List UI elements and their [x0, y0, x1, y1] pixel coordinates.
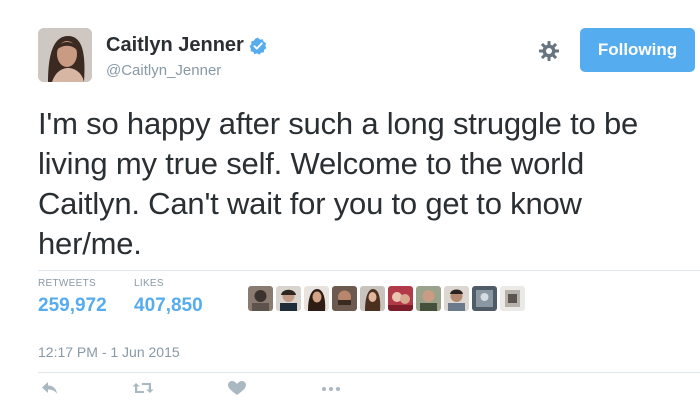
- retweets-count[interactable]: 259,972: [38, 295, 107, 317]
- retweets-label: RETWEETS: [38, 278, 96, 289]
- display-name-row[interactable]: Caitlyn Jenner: [106, 34, 267, 57]
- avatar[interactable]: [38, 28, 92, 82]
- verified-badge-icon: [249, 37, 267, 55]
- liker-avatar[interactable]: [360, 286, 385, 311]
- liker-avatar[interactable]: [500, 286, 525, 311]
- gear-icon[interactable]: [538, 40, 560, 62]
- likes-label: LIKES: [134, 278, 164, 289]
- tweet-timestamp[interactable]: 12:17 PM - 1 Jun 2015: [38, 344, 180, 360]
- display-name[interactable]: Caitlyn Jenner: [106, 34, 244, 57]
- more-icon[interactable]: [320, 380, 342, 396]
- likes-count[interactable]: 407,850: [134, 295, 203, 317]
- tweet-card: Caitlyn Jenner @Caitlyn_Jenner Following…: [0, 0, 700, 400]
- following-button[interactable]: Following: [580, 28, 695, 72]
- liker-avatar[interactable]: [304, 286, 329, 311]
- reply-icon[interactable]: [40, 380, 62, 396]
- liker-avatar[interactable]: [332, 286, 357, 311]
- tweet-text: I'm so happy after such a long struggle …: [38, 106, 639, 261]
- liker-avatar[interactable]: [248, 286, 273, 311]
- like-icon[interactable]: [226, 380, 248, 396]
- retweet-icon[interactable]: [132, 380, 154, 396]
- user-handle[interactable]: @Caitlyn_Jenner: [106, 62, 221, 79]
- liker-avatar[interactable]: [276, 286, 301, 311]
- liker-avatars: [248, 286, 525, 311]
- liker-avatar[interactable]: [388, 286, 413, 311]
- liker-avatar[interactable]: [472, 286, 497, 311]
- divider: [38, 372, 700, 373]
- liker-avatar[interactable]: [444, 286, 469, 311]
- liker-avatar[interactable]: [416, 286, 441, 311]
- likes-stat[interactable]: LIKES 407,850: [134, 278, 203, 317]
- divider: [38, 270, 700, 271]
- retweets-stat[interactable]: RETWEETS 259,972: [38, 278, 107, 317]
